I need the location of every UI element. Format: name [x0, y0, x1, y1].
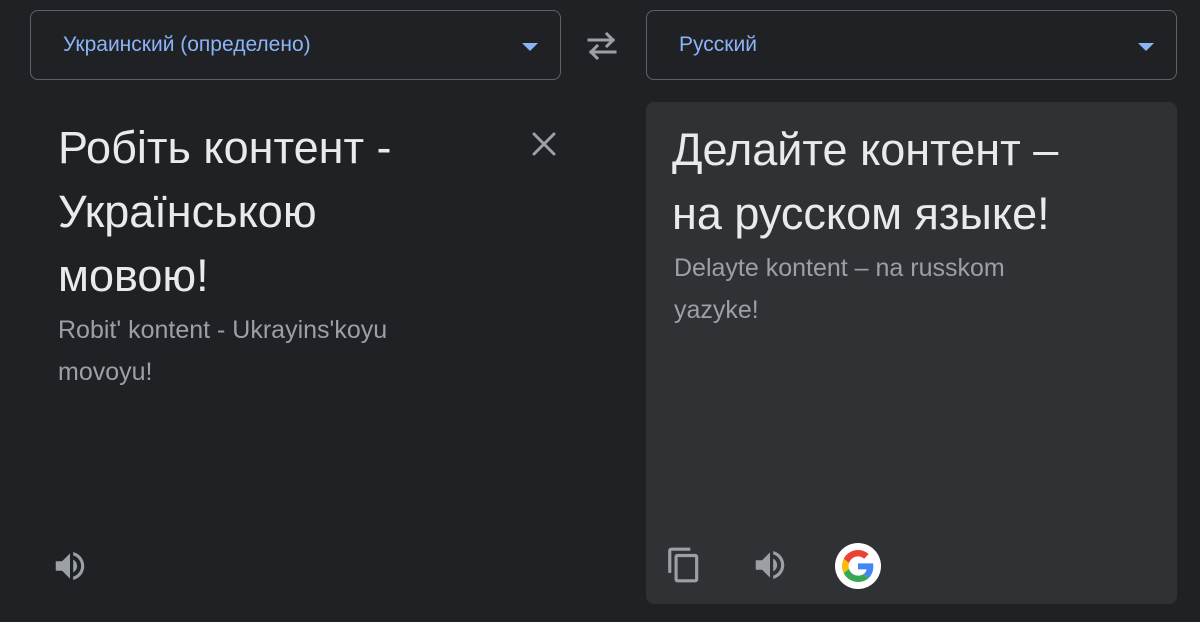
chevron-down-icon — [1138, 43, 1154, 51]
source-listen-button[interactable] — [50, 546, 90, 586]
target-listen-button[interactable] — [750, 545, 790, 585]
translation-text: Делайте контент – на русском языке! — [672, 124, 1059, 239]
clear-text-button[interactable] — [528, 128, 560, 160]
chevron-down-icon — [522, 43, 538, 51]
speaker-icon — [755, 551, 785, 579]
swap-languages-button[interactable] — [583, 30, 621, 62]
target-transliteration: Delayte kontent – na russkom yazyke! — [674, 254, 1005, 324]
translate-app: Украинский (определено) Русский Робіть к… — [0, 0, 1200, 622]
copy-icon — [668, 547, 699, 583]
target-language-label: Русский — [679, 33, 757, 56]
target-panel: Делайте контент – на русском языке! Dela… — [646, 102, 1177, 604]
source-language-select[interactable]: Украинский (определено) — [30, 10, 561, 80]
source-transliteration: Robit' kontent - Ukrayins'koyu movoyu! — [58, 316, 388, 386]
source-language-label: Украинский (определено) — [63, 33, 311, 56]
google-logo-icon — [835, 543, 881, 589]
target-language-select[interactable]: Русский — [646, 10, 1177, 80]
speaker-icon — [55, 552, 85, 580]
source-panel: Робіть контент - Українською мовою! Robi… — [30, 100, 561, 605]
google-button[interactable] — [834, 542, 882, 590]
swap-languages-icon — [587, 31, 617, 61]
close-icon — [532, 132, 556, 156]
copy-translation-button[interactable] — [664, 545, 704, 585]
source-text-input[interactable]: Робіть контент - Українською мовою! — [58, 116, 498, 308]
